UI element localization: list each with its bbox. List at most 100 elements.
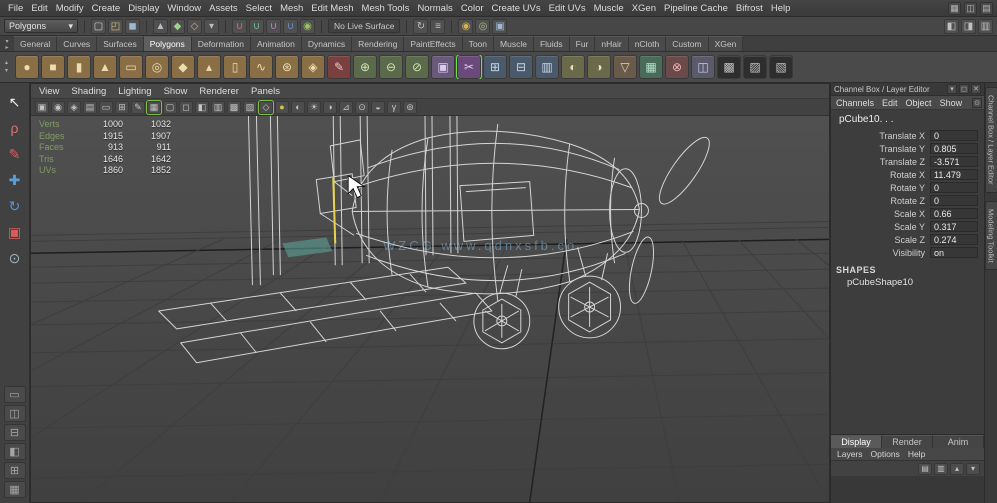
workspace-icon[interactable]: ▦ [948,1,961,15]
float-panel-icon[interactable]: ◻ [959,84,969,94]
grid-toggle-icon[interactable]: ▦ [146,99,162,115]
channel-box-menu-item[interactable]: Channels [836,98,874,108]
extract-icon[interactable]: ⊘ [405,55,429,79]
channel-attribute-label[interactable]: Scale Y [831,222,930,232]
checker-map-2-icon[interactable]: ▨ [743,55,767,79]
move-tool-icon[interactable]: ✚ [3,168,27,192]
layer-editor-menu-item[interactable]: Help [908,449,925,459]
extrude-icon[interactable]: ⊞ [483,55,507,79]
ipr-render-icon[interactable]: ◎ [475,18,491,34]
live-surface-field[interactable]: No Live Surface [328,19,401,33]
shelf-tab-menu[interactable]: ▾ ▸ [0,39,14,51]
scale-tool-icon[interactable]: ▣ [3,220,27,244]
sculpt-brush-icon[interactable]: ✎ [327,55,351,79]
shaded-mode-icon[interactable]: ● [275,100,289,114]
channel-attribute-value[interactable]: 0.805 [930,143,978,154]
panel-menu-item[interactable]: Show [164,86,188,97]
channel-attribute-value[interactable]: 0.274 [930,234,978,245]
ambient-occlusion-icon[interactable]: ⊚ [403,100,417,114]
shelf-tab[interactable]: Surfaces [97,36,144,51]
panel-menu-item[interactable]: View [39,86,59,97]
shelf-tab[interactable]: Dynamics [301,36,353,51]
open-scene-icon[interactable]: ◰ [108,18,123,34]
menubar-item[interactable]: Display [124,3,163,14]
shadows-icon[interactable]: ◑ [323,100,337,114]
reduce-icon[interactable]: ▽ [613,55,637,79]
poly-prism-icon[interactable]: ◆ [171,55,195,79]
snap-to-grid-icon[interactable]: ∪ [232,18,247,34]
poly-cone-icon[interactable]: ▲ [93,55,117,79]
isolate-select-icon[interactable]: ⊙ [355,100,369,114]
shelf-tab[interactable]: Toon [462,36,495,51]
panel-menu-item[interactable]: Lighting [118,86,151,97]
boolean-union-icon[interactable]: ◐ [561,55,585,79]
layout-three-pane-icon[interactable]: ◧ [3,443,26,460]
channel-attribute-label[interactable]: Translate X [831,131,930,141]
menubar-item[interactable]: Mesh [276,3,307,14]
attribute-editor-toggle-icon[interactable]: ◨ [961,18,976,34]
menubar-item[interactable]: Pipeline Cache [660,3,732,14]
channel-attribute-label[interactable]: Rotate Z [831,196,930,206]
poly-cube-icon[interactable]: ■ [41,55,65,79]
layer-editor-menu-item[interactable]: Options [871,449,900,459]
2d-pan-zoom-icon[interactable]: ⊞ [115,100,129,114]
layout-two-side-icon[interactable]: ◫ [3,405,26,422]
new-scene-icon[interactable]: ▢ [91,18,106,34]
channel-attribute-label[interactable]: Rotate X [831,170,930,180]
channel-attribute-label[interactable]: Scale X [831,209,930,219]
channel-attribute-value[interactable]: on [930,247,978,258]
menubar-item[interactable]: Normals [413,3,456,14]
grease-pencil-icon[interactable]: ✎ [131,100,145,114]
layout-four-pane-icon[interactable]: ⊞ [3,462,26,479]
checker-map-icon[interactable]: ▩ [717,55,741,79]
poly-pyramid-icon[interactable]: ▴ [197,55,221,79]
lasso-select-tool-icon[interactable]: ρ [3,116,27,140]
make-live-icon[interactable]: ◉ [300,18,315,34]
snap-to-curve-icon[interactable]: ∪ [249,18,264,34]
tab-modeling-toolkit[interactable]: Modeling Toolkit [984,200,997,271]
poly-sphere-icon[interactable]: ● [15,55,39,79]
select-hierarchy-icon[interactable]: ▲ [153,18,168,34]
layout-outliner-persp-icon[interactable]: ▦ [3,481,26,498]
view-cube-icon[interactable]: ▣ [35,100,49,114]
outliner-toggle-icon[interactable]: ▤ [980,1,993,15]
menubar-item[interactable]: Bifrost [732,3,767,14]
channel-box-menu-item[interactable]: Show [940,98,963,108]
save-scene-icon[interactable]: ◼ [125,18,140,34]
channel-attribute-value[interactable]: 0.317 [930,221,978,232]
separate-icon[interactable]: ⊖ [379,55,403,79]
new-empty-layer-icon[interactable]: ▤ [918,462,932,475]
menubar-item[interactable]: Mesh Tools [358,3,414,14]
tab-channel-box-layer-editor[interactable]: Channel Box / Layer Editor [984,87,997,193]
poly-cylinder-icon[interactable]: ▮ [67,55,91,79]
channel-attribute-value[interactable]: 0 [930,130,978,141]
menubar-item[interactable]: Select [242,3,276,14]
menubar-item[interactable]: Assets [205,3,242,14]
channel-box-menu-item[interactable]: Edit [882,98,898,108]
poly-helix-icon[interactable]: ∿ [249,55,273,79]
poly-plane-icon[interactable]: ▭ [119,55,143,79]
select-component-icon[interactable]: ◇ [187,18,202,34]
layer-list-empty-area[interactable] [831,476,984,503]
layer-editor-menu-item[interactable]: Layers [837,449,863,459]
gate-mask-icon[interactable]: ◧ [195,100,209,114]
shelf-tab[interactable]: Fur [569,36,596,51]
safe-title-icon[interactable]: ▨ [243,100,257,114]
render-settings-icon[interactable]: ▣ [492,18,508,34]
poly-pipe-icon[interactable]: ▯ [223,55,247,79]
boolean-difference-icon[interactable]: ◑ [587,55,611,79]
shelf-scroll-control[interactable]: ▴ ▾ [0,60,13,74]
image-plane-icon[interactable]: ▭ [99,100,113,114]
panel-layout-icon[interactable]: ◫ [964,1,977,15]
channel-attribute-value[interactable]: 0 [930,182,978,193]
bridge-icon[interactable]: ▥ [535,55,559,79]
menubar-item[interactable]: Create UVs [488,3,545,14]
shelf-tab[interactable]: Muscle [494,36,534,51]
combine-icon[interactable]: ⊕ [353,55,377,79]
shelf-tab[interactable]: Custom [666,36,709,51]
xray-icon[interactable]: ⊿ [339,100,353,114]
channel-box-menu-item[interactable]: Object [906,98,932,108]
move-layer-up-icon[interactable]: ▴ [950,462,964,475]
pin-channelbox-icon[interactable]: ⊙ [972,97,983,108]
panel-menu-item[interactable]: Renderer [199,86,239,97]
